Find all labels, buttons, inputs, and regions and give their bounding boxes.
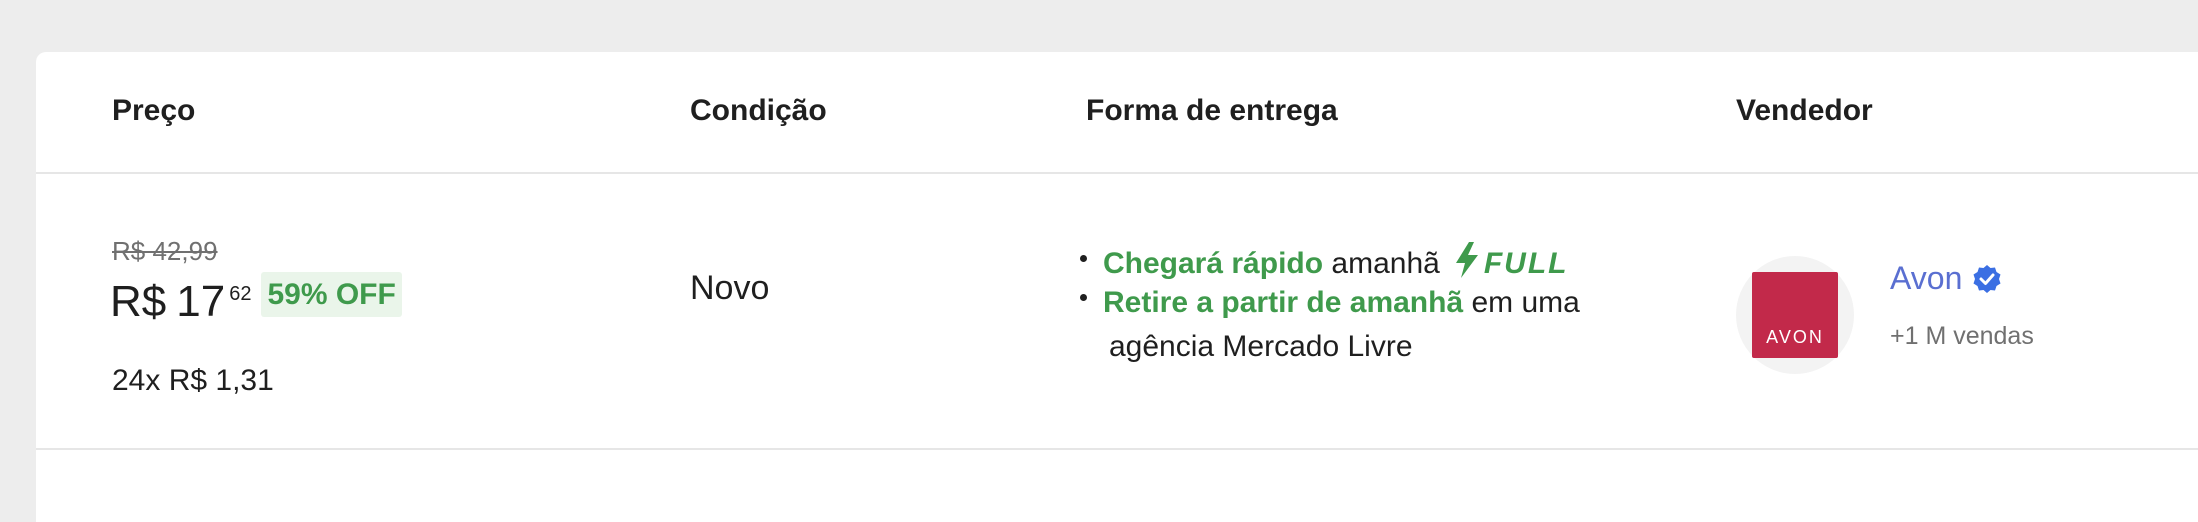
- header-delivery: Forma de entrega: [1086, 94, 1338, 127]
- delivery-option-pickup: Retire a partir de amanhã em uma: [1080, 286, 1580, 320]
- logo-text: AVON: [1766, 327, 1824, 347]
- verified-check-icon: [1972, 264, 2002, 294]
- price-currency: R$: [110, 277, 167, 326]
- table-header: Preço Condição Forma de entrega Vendedor: [36, 52, 2198, 174]
- delivery-fast-highlight: Chegará rápido: [1103, 247, 1324, 280]
- seller-name-link[interactable]: Avon: [1890, 260, 2002, 297]
- delivery-pickup-rest: em uma: [1471, 286, 1580, 319]
- price-integer: 17: [176, 277, 226, 326]
- delivery-option-fast: Chegará rápido amanhã FULL: [1080, 242, 1568, 286]
- full-label: FULL: [1483, 247, 1569, 280]
- full-badge: FULL: [1454, 242, 1569, 286]
- header-condition: Condição: [690, 94, 827, 127]
- seller-logo[interactable]: AVON: [1736, 256, 1854, 374]
- comparison-card: Preço Condição Forma de entrega Vendedor…: [36, 52, 2198, 522]
- delivery-pickup-highlight: Retire a partir de amanhã: [1103, 286, 1464, 319]
- table-row[interactable]: R$ 42,99 R$ 17 62 59% OFF 24x R$ 1,31 No…: [36, 174, 2198, 450]
- header-price: Preço: [112, 94, 196, 127]
- header-seller: Vendedor: [1736, 94, 1873, 127]
- price-cents: 62: [229, 283, 252, 305]
- delivery-pickup-location: agência Mercado Livre: [1109, 330, 1413, 363]
- condition-value: Novo: [690, 269, 770, 307]
- lightning-bolt-icon: [1454, 242, 1480, 286]
- discount-badge: 59% OFF: [261, 272, 402, 317]
- installments: 24x R$ 1,31: [112, 364, 274, 397]
- seller-sales: +1 M vendas: [1890, 322, 2034, 350]
- current-price: R$ 17 62 59% OFF: [110, 272, 402, 326]
- original-price: R$ 42,99: [112, 236, 218, 266]
- avon-logo: AVON: [1752, 272, 1838, 358]
- seller-name[interactable]: Avon: [1890, 260, 1962, 297]
- delivery-fast-when: amanhã: [1331, 247, 1440, 280]
- bullet: [1080, 293, 1087, 301]
- bullet: [1080, 254, 1087, 262]
